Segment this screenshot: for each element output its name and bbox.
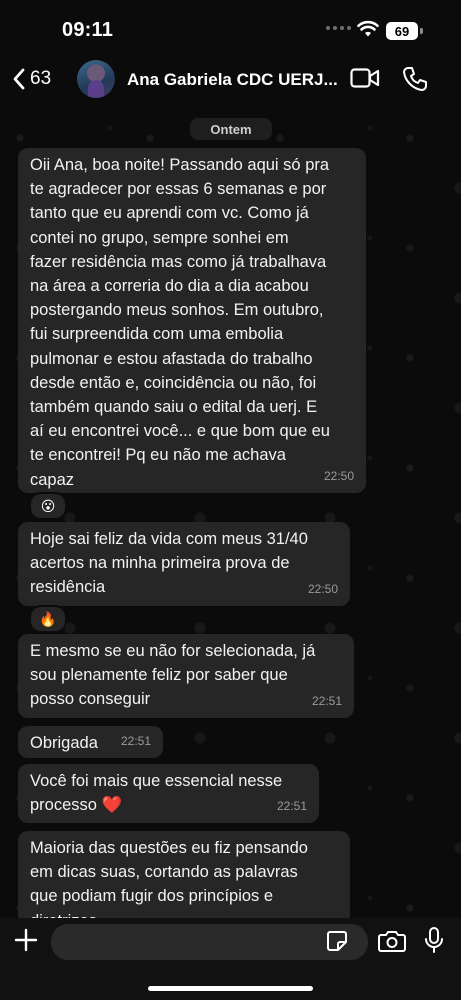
signal-icon xyxy=(326,26,351,30)
reaction-badge[interactable]: 🔥 xyxy=(29,605,67,633)
sticker-icon[interactable] xyxy=(326,930,348,952)
composer-bar xyxy=(0,918,461,1000)
home-indicator xyxy=(148,986,313,991)
message-bubble-1[interactable]: Oii Ana, boa noite! Passando aqui só pra… xyxy=(18,148,366,493)
message-time: 22:51 xyxy=(276,798,307,813)
message-bubble-6[interactable]: Maioria das questões eu fiz pensando em … xyxy=(18,831,350,918)
status-time: 09:11 xyxy=(62,19,114,41)
date-separator: Ontem xyxy=(190,118,272,140)
avatar[interactable] xyxy=(77,60,115,98)
message-text: Maioria das questões eu fiz pensando em … xyxy=(30,839,308,918)
chat-area[interactable]: Ontem Oii Ana, boa noite! Passando aqui … xyxy=(0,108,461,918)
battery-indicator: 69 xyxy=(386,22,418,40)
unread-count: 63 xyxy=(30,68,52,89)
plus-icon[interactable] xyxy=(14,928,38,952)
contact-name[interactable]: Ana Gabriela CDC UERJ... xyxy=(127,70,338,90)
wifi-icon xyxy=(357,20,379,37)
message-text: Hoje sai feliz da vida com meus 31/40 ac… xyxy=(30,530,308,597)
mic-icon[interactable] xyxy=(424,926,444,954)
back-button[interactable]: 63 xyxy=(12,68,51,90)
message-time: 22:50 xyxy=(307,581,338,596)
reaction-badge[interactable]: 😮 xyxy=(29,492,67,520)
message-input[interactable] xyxy=(51,924,368,960)
message-bubble-2[interactable]: Hoje sai feliz da vida com meus 31/40 ac… xyxy=(18,522,350,606)
message-time: 22:51 xyxy=(311,693,342,708)
message-text: Oii Ana, boa noite! Passando aqui só pra… xyxy=(30,156,330,489)
video-icon[interactable] xyxy=(350,67,380,89)
message-bubble-5[interactable]: Você foi mais que essencial nesse proces… xyxy=(18,764,319,823)
status-bar: 09:11 69 xyxy=(0,0,461,58)
message-text: Você foi mais que essencial nesse proces… xyxy=(30,772,283,815)
message-bubble-4[interactable]: Obrigada 22:51 xyxy=(18,726,163,758)
phone-icon[interactable] xyxy=(402,66,428,92)
camera-icon[interactable] xyxy=(378,929,406,953)
message-time: 22:51 xyxy=(120,733,151,748)
message-text: E mesmo se eu não for selecionada, já so… xyxy=(30,642,316,709)
message-bubble-3[interactable]: E mesmo se eu não for selecionada, já so… xyxy=(18,634,354,718)
chevron-left-icon xyxy=(13,68,25,90)
chat-header: 63 Ana Gabriela CDC UERJ... xyxy=(0,58,461,108)
battery-tip xyxy=(420,28,423,34)
message-time: 22:50 xyxy=(323,468,354,483)
